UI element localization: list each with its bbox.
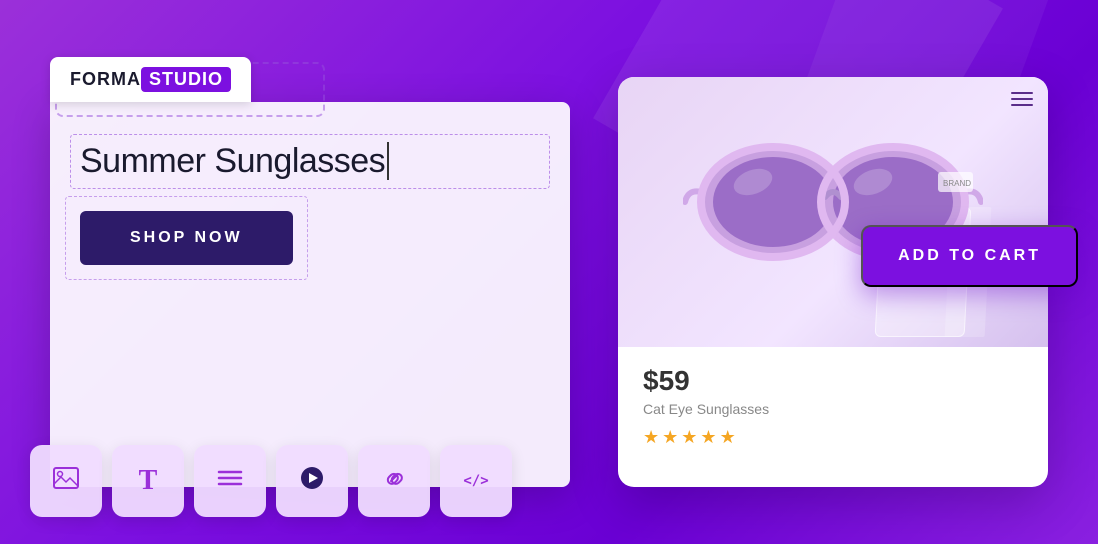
- star-4: ★: [700, 427, 716, 448]
- menu-line-3: [1011, 104, 1033, 106]
- editor-content: Summer Sunglasses SHOP NOW: [50, 102, 570, 487]
- toolbar-text[interactable]: T: [112, 445, 184, 517]
- editor-toolbar: T: [30, 445, 512, 517]
- video-icon: [299, 465, 325, 497]
- product-panel: BRAND $59 Cat Eye Sunglasses ★ ★ ★ ★ ★ A…: [618, 57, 1048, 487]
- toolbar-link[interactable]: [358, 445, 430, 517]
- heading-text: Summer Sunglasses: [80, 142, 389, 180]
- shop-now-button[interactable]: SHOP NOW: [80, 211, 293, 265]
- product-stars: ★ ★ ★ ★ ★: [643, 427, 1023, 448]
- toolbar-video[interactable]: [276, 445, 348, 517]
- star-1: ★: [643, 427, 659, 448]
- add-to-cart-button[interactable]: ADD TO CART: [861, 225, 1078, 287]
- link-icon: [381, 465, 407, 497]
- product-price: $59: [643, 365, 1023, 397]
- logo-studio: STUDIO: [141, 67, 231, 92]
- product-name: Cat Eye Sunglasses: [643, 401, 1023, 417]
- star-5: ★: [720, 427, 736, 448]
- svg-text:BRAND: BRAND: [943, 179, 971, 188]
- logo-forma: FORMA: [70, 69, 141, 90]
- menu-line-1: [1011, 92, 1033, 94]
- hamburger-menu[interactable]: [1011, 92, 1033, 106]
- logo-bar: FORMA STUDIO: [50, 57, 251, 102]
- toolbar-image[interactable]: [30, 445, 102, 517]
- shop-button-area: SHOP NOW: [80, 211, 293, 265]
- product-image-area: BRAND: [618, 77, 1048, 347]
- image-icon: [52, 466, 80, 496]
- heading-area: Summer Sunglasses: [80, 142, 540, 181]
- star-2: ★: [662, 427, 678, 448]
- main-container: FORMA STUDIO Summer Sunglasses SHOP NOW: [0, 0, 1098, 544]
- menu-line-2: [1011, 98, 1033, 100]
- toolbar-align[interactable]: [194, 445, 266, 517]
- text-icon: T: [139, 465, 158, 497]
- product-info: $59 Cat Eye Sunglasses ★ ★ ★ ★ ★: [618, 347, 1048, 466]
- code-icon: </>: [463, 473, 488, 489]
- star-3: ★: [681, 427, 697, 448]
- align-icon: [217, 468, 243, 494]
- toolbar-code[interactable]: </>: [440, 445, 512, 517]
- editor-panel: FORMA STUDIO Summer Sunglasses SHOP NOW: [50, 57, 570, 487]
